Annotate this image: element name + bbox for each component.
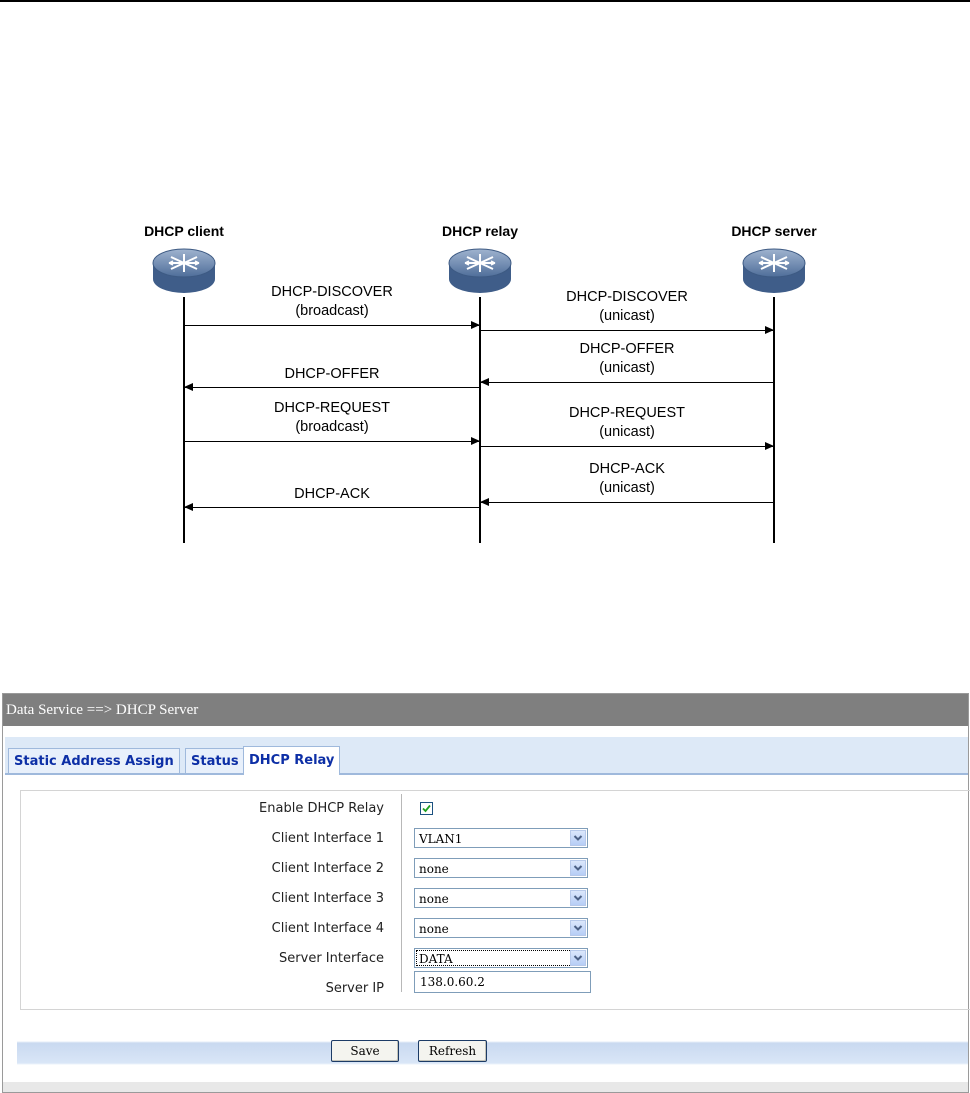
tab-dhcp-relay[interactable]: DHCP Relay xyxy=(243,746,341,775)
chevron-down-icon[interactable] xyxy=(570,860,586,876)
tab-status[interactable]: Status xyxy=(185,748,245,773)
tab-static-address-assign[interactable]: Static Address Assign xyxy=(8,748,180,773)
arrowhead-icon xyxy=(471,321,480,329)
client-interface-2-select[interactable]: none xyxy=(414,858,588,878)
message-name: DHCP-DISCOVER xyxy=(566,289,688,305)
chevron-down-icon[interactable] xyxy=(570,830,586,846)
server-interface-value: DATA xyxy=(419,952,453,966)
message-arrow xyxy=(185,437,480,445)
message-label: DHCP-ACK xyxy=(294,485,370,504)
client-interface-3-select[interactable]: none xyxy=(414,888,588,908)
refresh-button[interactable]: Refresh xyxy=(418,1040,487,1062)
message-arrow xyxy=(184,383,479,391)
client-interface-1-label: Client Interface 1 xyxy=(271,831,384,846)
message-name: DHCP-DISCOVER xyxy=(271,284,393,300)
arrowhead-icon xyxy=(480,378,489,386)
client-interface-1-select[interactable]: VLAN1 xyxy=(414,828,588,848)
client-interface-4-select[interactable]: none xyxy=(414,918,588,938)
client-interface-4-value: none xyxy=(419,922,449,936)
client-interface-3-label: Client Interface 3 xyxy=(271,891,384,906)
message-name: DHCP-REQUEST xyxy=(273,400,391,416)
message-name: DHCP-REQUEST xyxy=(568,405,686,421)
button-bar xyxy=(17,1031,968,1073)
message-arrow xyxy=(480,498,773,506)
server-ip-input[interactable] xyxy=(414,971,591,993)
breadcrumb: Data Service ==> DHCP Server xyxy=(3,694,968,726)
arrowhead-icon xyxy=(471,437,480,445)
chevron-down-icon[interactable] xyxy=(570,920,586,936)
arrowhead-icon xyxy=(765,326,774,334)
client-interface-2-value: none xyxy=(419,862,449,876)
server-ip-label: Server IP xyxy=(325,981,384,996)
message-mode: (broadcast) xyxy=(295,419,369,435)
chevron-down-icon[interactable] xyxy=(570,950,586,966)
message-arrow xyxy=(481,326,774,334)
arrowhead-icon xyxy=(480,498,489,506)
server-node-title: DHCP server xyxy=(731,223,817,239)
router-icon xyxy=(448,248,512,293)
router-icon xyxy=(152,248,216,293)
arrowhead-icon xyxy=(184,383,193,391)
dhcp-server-panel: Data Service ==> DHCP Server Static Addr… xyxy=(2,693,970,1093)
client-interface-1-value: VLAN1 xyxy=(419,832,463,846)
message-label: DHCP-ACK (unicast) xyxy=(589,460,665,498)
dhcp-relay-sequence-diagram: DHCP client DHCP relay DHCP server DHCP-DI… xyxy=(0,0,970,560)
message-label: DHCP-REQUEST (broadcast) xyxy=(274,399,390,437)
client-interface-2-label: Client Interface 2 xyxy=(271,861,384,876)
message-name: DHCP-ACK xyxy=(294,486,370,502)
message-label: DHCP-OFFER xyxy=(284,365,379,384)
router-icon xyxy=(742,248,806,293)
message-arrow xyxy=(481,442,774,450)
chevron-down-icon[interactable] xyxy=(570,890,586,906)
message-name: DHCP-ACK xyxy=(589,461,665,477)
message-label: DHCP-DISCOVER (unicast) xyxy=(566,288,688,326)
message-mode: (unicast) xyxy=(599,360,655,376)
server-interface-label: Server Interface xyxy=(279,951,384,966)
tab-bar: Static Address Assign Status DHCP Relay xyxy=(5,737,968,775)
message-label: DHCP-DISCOVER (broadcast) xyxy=(271,283,393,321)
message-arrow xyxy=(480,378,773,386)
form-divider xyxy=(401,794,402,992)
message-name: DHCP-OFFER xyxy=(284,366,380,382)
message-mode: (broadcast) xyxy=(295,303,369,319)
arrowhead-icon xyxy=(765,442,774,450)
message-mode: (unicast) xyxy=(599,308,655,324)
panel-bottom-strip xyxy=(3,1082,968,1092)
server-interface-select[interactable]: DATA xyxy=(414,948,588,968)
relay-lifeline xyxy=(479,297,481,543)
message-mode: (unicast) xyxy=(599,424,655,440)
save-button[interactable]: Save xyxy=(331,1040,399,1062)
enable-dhcp-relay-checkbox[interactable] xyxy=(420,802,433,815)
message-label: DHCP-OFFER (unicast) xyxy=(579,340,674,378)
enable-dhcp-relay-label: Enable DHCP Relay xyxy=(259,801,384,816)
arrowhead-icon xyxy=(184,503,193,511)
message-arrow xyxy=(184,503,479,511)
message-arrow xyxy=(185,321,480,329)
client-interface-3-value: none xyxy=(419,892,449,906)
client-node-title: DHCP client xyxy=(144,223,224,239)
relay-node-title: DHCP relay xyxy=(441,223,519,239)
message-name: DHCP-OFFER xyxy=(579,341,675,357)
message-mode: (unicast) xyxy=(599,480,655,496)
client-interface-4-label: Client Interface 4 xyxy=(271,921,384,936)
message-label: DHCP-REQUEST (unicast) xyxy=(569,404,685,442)
checkmark-icon xyxy=(422,804,431,813)
